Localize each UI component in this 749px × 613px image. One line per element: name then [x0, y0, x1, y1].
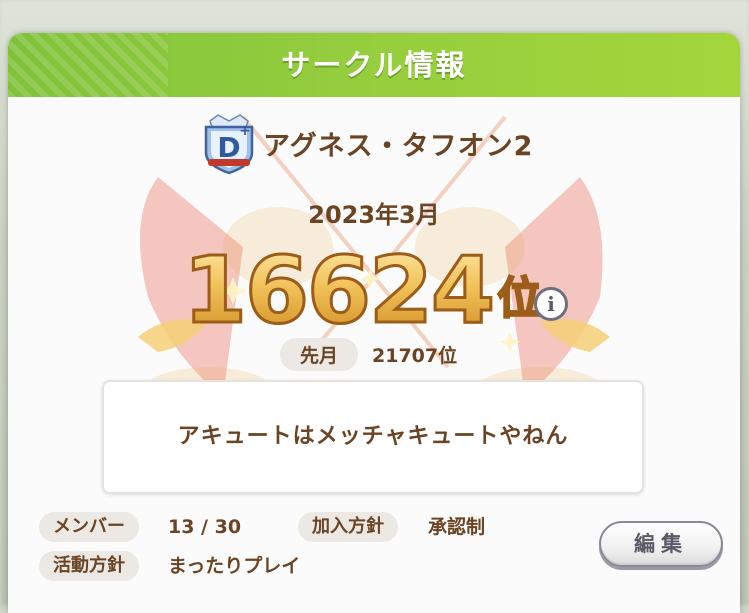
activity-policy-value: まったりプレイ	[168, 555, 301, 577]
previous-rank-row: 先月 21707位	[280, 337, 458, 371]
rank-badge-plus: +	[239, 123, 251, 139]
info-icon[interactable]: i	[534, 287, 568, 321]
members-value: 13 / 30	[168, 516, 242, 538]
circle-message-box: アキュートはメッチャキュートやねん	[102, 380, 644, 494]
circle-rank: 16624 位	[181, 237, 542, 344]
circle-rank-emblem-icon: D +	[204, 114, 254, 175]
members-label: メンバー	[39, 512, 139, 542]
rank-number: 16624	[181, 237, 496, 344]
activity-policy-label: 活動方針	[39, 551, 139, 581]
panel-title: サークル情報	[281, 48, 467, 82]
join-policy-label: 加入方針	[298, 512, 398, 542]
previous-month-rank: 21707位	[372, 344, 458, 367]
panel-header: サークル情報	[8, 33, 740, 97]
circle-message: アキュートはメッチャキュートやねん	[177, 424, 569, 449]
previous-month-label: 先月	[280, 337, 359, 371]
edit-button[interactable]: 編集	[599, 521, 723, 567]
ranking-month: 2023年3月	[308, 201, 440, 229]
circle-info-panel: サークル情報 D + アグネス・タフオン2 2023年3月 16624 位 i …	[8, 33, 740, 613]
circle-name: アグネス・タフオン2	[263, 131, 534, 162]
join-policy-value: 承認制	[428, 516, 486, 538]
